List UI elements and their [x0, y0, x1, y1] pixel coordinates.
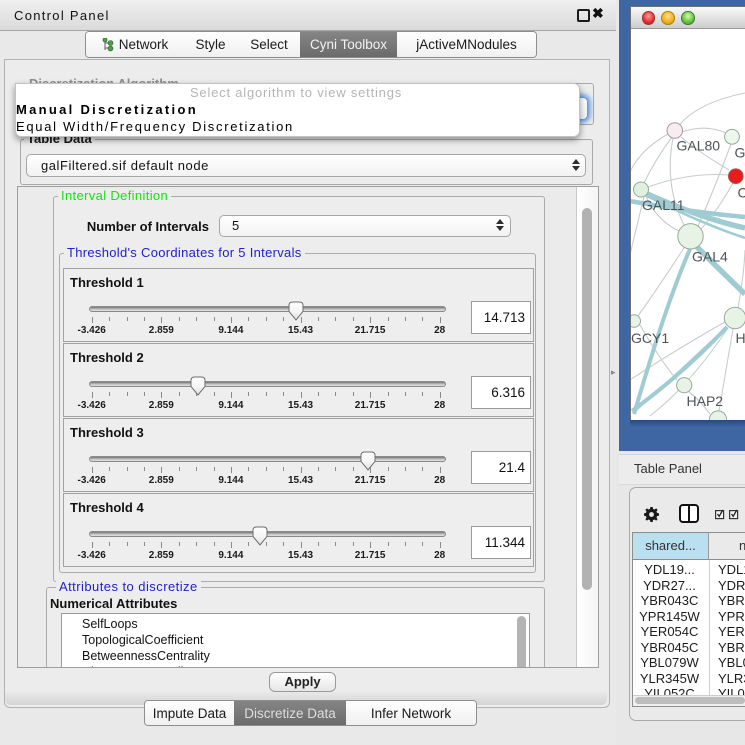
- svg-text:GAL11: GAL11: [642, 197, 685, 213]
- svg-text:GAL80: GAL80: [677, 138, 721, 154]
- svg-text:C: C: [738, 185, 745, 201]
- svg-text:GA: GA: [735, 145, 745, 161]
- svg-text:GCY1: GCY1: [631, 330, 669, 346]
- svg-text:HAP2: HAP2: [687, 393, 724, 409]
- svg-text:GAL4: GAL4: [692, 249, 728, 265]
- svg-text:HI: HI: [736, 330, 745, 346]
